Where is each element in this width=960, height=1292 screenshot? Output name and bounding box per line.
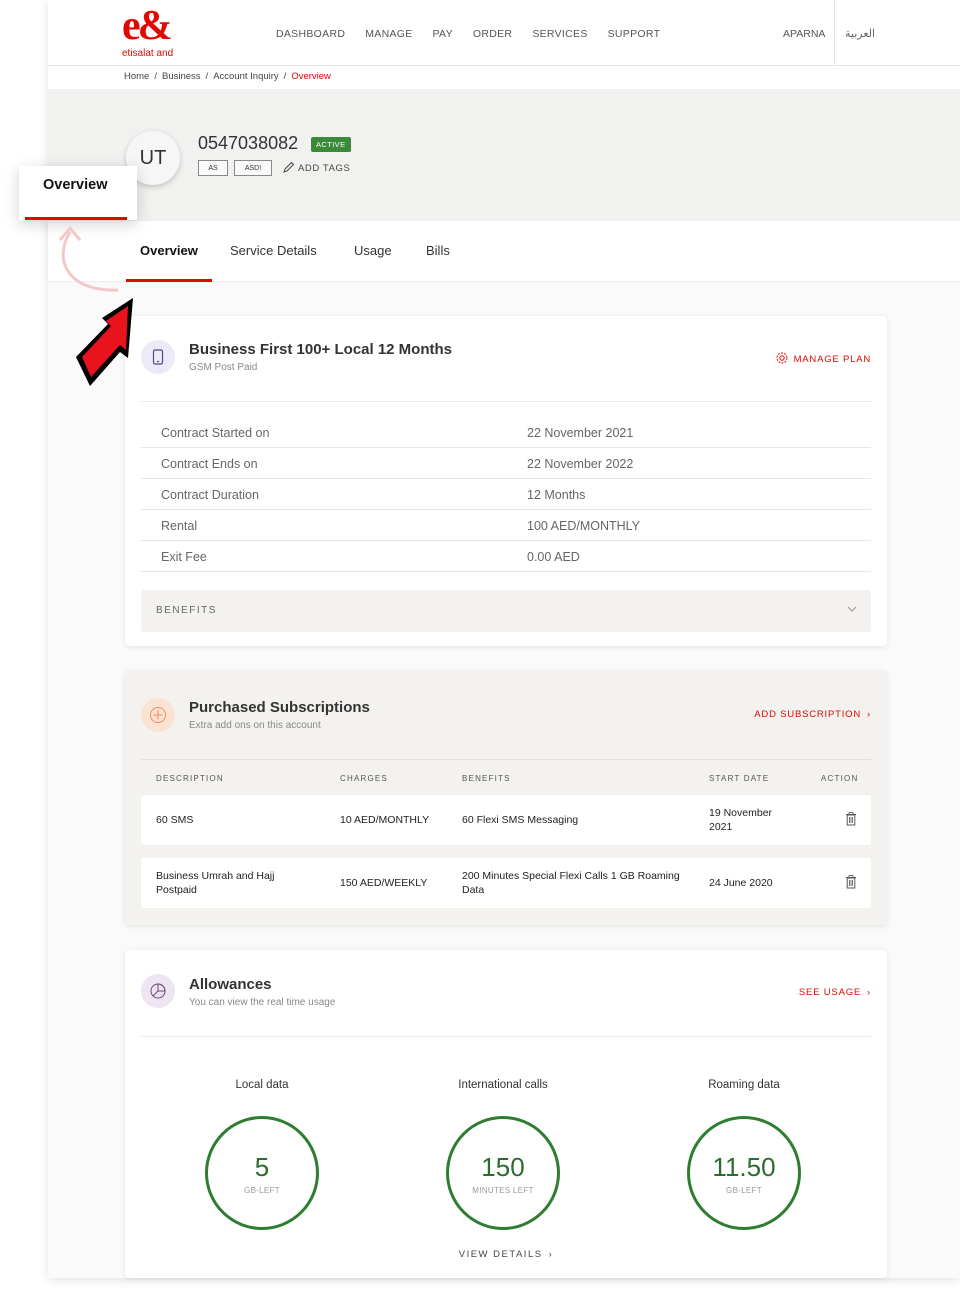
detail-value: 0.00 AED [527,550,580,564]
view-details-button[interactable]: VIEW DETAILS › [125,1249,887,1260]
row-charges: 150 AED/WEEKLY [340,877,428,889]
row-start-date: 24 June 2020 [709,877,773,889]
column-header: ACTION [821,774,859,783]
subscriptions-subtitle: Extra add ons on this account [189,720,321,731]
allowance-label: International calls [458,1079,548,1091]
column-header: DESCRIPTION [156,774,224,783]
allowance-label: Roaming data [708,1079,780,1091]
table-row: 60 SMS 10 AED/MONTHLY 60 Flexi SMS Messa… [141,795,871,845]
pointer-arrow-icon [76,298,133,386]
allowance-gauge: 11.50 GB-LEFT [687,1116,801,1230]
row-benefits: 60 Flexi SMS Messaging [462,814,579,826]
curved-arrow-icon [61,231,119,292]
table-row: Business Umrah and Hajj Postpaid 150 AED… [141,858,871,908]
row-charges: 10 AED/MONTHLY [340,814,430,826]
see-usage-label: SEE USAGE [798,987,862,998]
subscriptions-card: Purchased Subscriptions Extra add ons on… [125,671,887,925]
detail-label: Rental [161,519,198,533]
annotation-overlay [58,225,133,386]
divider [141,759,871,760]
allowance-unit: GB-LEFT [726,1186,762,1195]
allowance-value: 150 [481,1152,525,1182]
column-header: BENEFITS [462,774,511,783]
benefits-accordion[interactable]: BENEFITS [141,590,871,632]
column-header: CHARGES [340,774,388,783]
chevron-right-icon: › [867,709,871,720]
add-subscription-button[interactable]: ADD SUBSCRIPTION › [754,709,871,720]
row-description: 60 SMS [156,814,194,826]
allowance-unit: GB-LEFT [244,1186,280,1195]
row-description: Business Umrah and Hajj Postpaid [156,870,275,896]
plus-circle-icon [141,698,175,732]
allowances-card: Allowances You can view the real time us… [125,950,887,1278]
detail-label: Contract Started on [161,426,270,440]
detail-row: Exit Fee 0.00 AED [141,541,871,572]
chevron-right-icon: › [548,1249,554,1260]
pie-chart-icon [141,974,175,1008]
detail-value: 12 Months [527,488,586,502]
chevron-down-icon [847,606,857,612]
detail-value: 22 November 2022 [527,457,634,471]
allowance-gauge: 5 GB-LEFT [205,1116,319,1230]
detail-value: 100 AED/MONTHLY [527,519,641,533]
detail-row: Contract Duration 12 Months [141,479,871,510]
allowance-gauge: 150 MINUTES LEFT [446,1116,560,1230]
divider [141,1036,871,1037]
allowance-value: 11.50 [712,1152,776,1182]
row-benefits: 200 Minutes Special Flexi Calls 1 GB Roa… [462,870,680,896]
allowance-unit: MINUTES LEFT [472,1186,534,1195]
trash-icon[interactable] [845,812,857,826]
add-subscription-label: ADD SUBSCRIPTION [754,709,862,720]
allowance-value: 5 [254,1152,270,1182]
detail-value: 22 November 2021 [527,426,634,440]
detail-row: Contract Started on 22 November 2021 [141,417,871,448]
trash-icon[interactable] [845,875,857,889]
row-start-date: 19 November 2021 [709,807,773,833]
detail-row: Contract Ends on 22 November 2022 [141,448,871,479]
allowance-label: Local data [235,1079,289,1091]
view-details-label: VIEW DETAILS [458,1249,543,1260]
detail-label: Exit Fee [161,550,207,564]
detail-label: Contract Duration [161,488,259,502]
subscriptions-title: Purchased Subscriptions [189,699,370,716]
allowances-title: Allowances [189,976,272,993]
see-usage-button[interactable]: SEE USAGE › [799,987,871,998]
allowances-subtitle: You can view the real time usage [189,997,336,1008]
detail-row: Rental 100 AED/MONTHLY [141,510,871,541]
column-header: START DATE [709,774,770,783]
detail-label: Contract Ends on [161,457,258,471]
chevron-right-icon: › [867,987,871,998]
benefits-label: BENEFITS [156,605,217,616]
